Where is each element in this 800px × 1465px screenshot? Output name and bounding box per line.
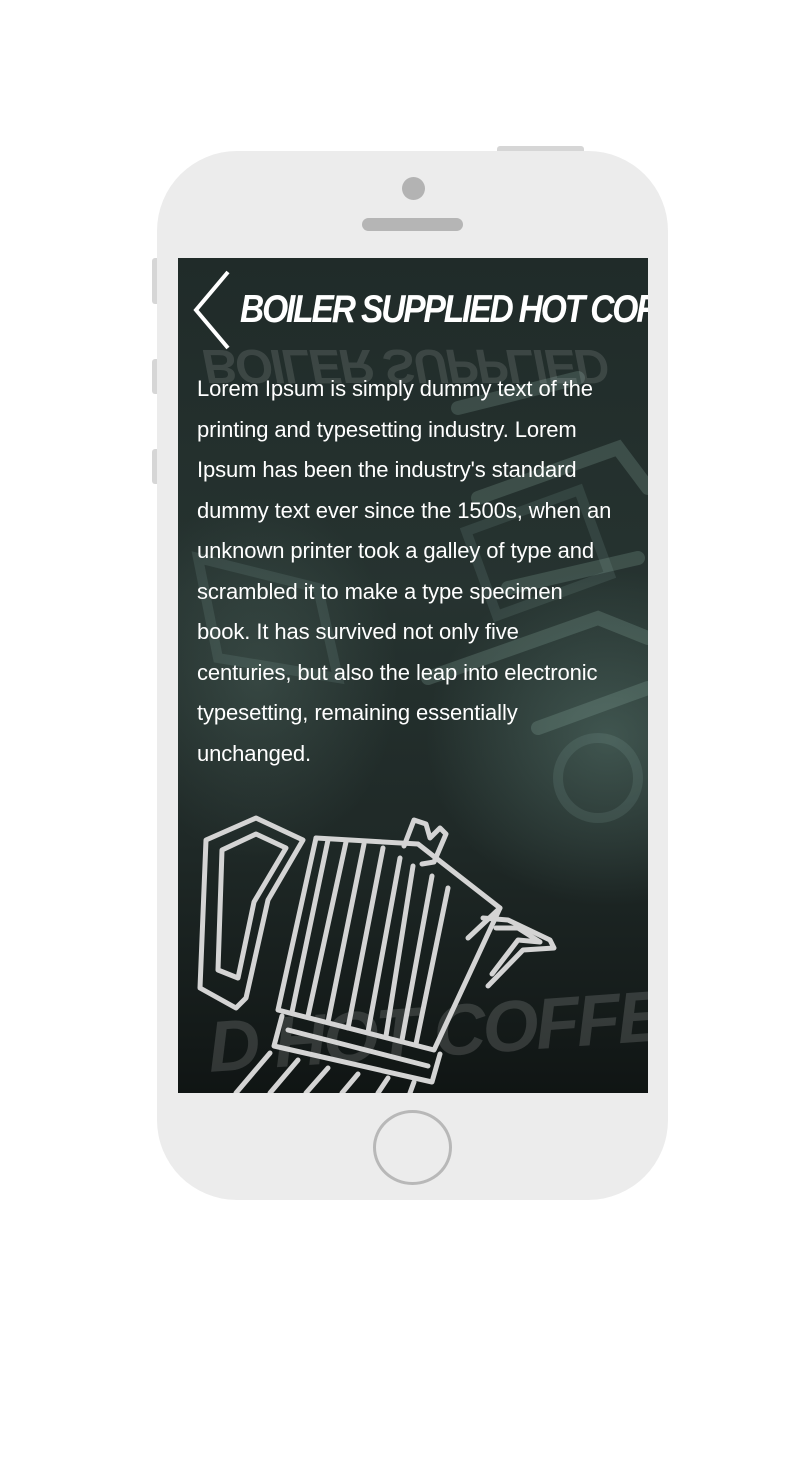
description-text: Lorem Ipsum is simply dummy text of the … [197, 376, 612, 766]
app-screen: BOILER SUPPLIED D HOT COFFEE BOILER SUPP… [178, 258, 648, 1093]
back-chevron-icon[interactable] [190, 270, 234, 350]
moka-pot-icon [197, 815, 557, 1093]
home-button[interactable] [373, 1110, 452, 1185]
earpiece-speaker [362, 218, 463, 231]
front-camera [402, 177, 425, 200]
canvas: BOILER SUPPLIED D HOT COFFEE BOILER SUPP… [0, 0, 800, 1465]
page-title: BOILER SUPPLIED HOT COFFEE [240, 288, 648, 331]
